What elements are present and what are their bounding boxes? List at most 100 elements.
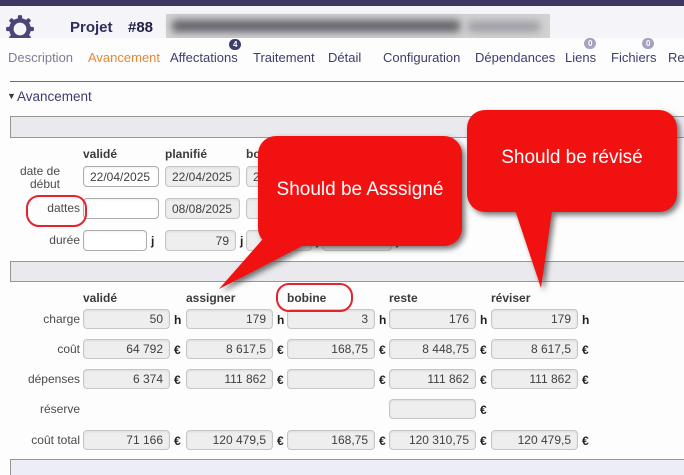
unit-label-€: €	[277, 343, 284, 357]
field-dépenses-0[interactable]	[83, 369, 170, 389]
field-dattes-2[interactable]	[246, 198, 314, 219]
unit-label-h: h	[582, 313, 589, 327]
field-durée-0[interactable]	[83, 230, 147, 251]
column-header-reste: reste	[389, 291, 418, 305]
column-header-réviser: réviser	[491, 291, 530, 305]
unit-label-€: €	[174, 434, 181, 448]
field-charge-1[interactable]	[186, 309, 273, 329]
row-label-coût: coût	[8, 343, 80, 356]
field-durée-3[interactable]	[322, 230, 392, 251]
field-durée-2[interactable]	[246, 230, 312, 251]
entity-type-label: Projet	[70, 19, 113, 36]
field-charge-3[interactable]	[389, 309, 476, 329]
unit-label-j: j	[151, 234, 154, 248]
group-header-bar	[10, 116, 684, 138]
tab-dependances[interactable]: Dépendances	[475, 50, 555, 65]
field-coût-0[interactable]	[83, 339, 170, 359]
unit-label-€: €	[174, 343, 181, 357]
unit-label-€: €	[480, 434, 487, 448]
tab-re-cutoff[interactable]: Re	[668, 50, 684, 65]
tab-traitement[interactable]: Traitement	[253, 50, 315, 65]
unit-label-€: €	[277, 434, 284, 448]
tab-badge-affectations: 4	[229, 39, 241, 50]
row-label-réserve: réserve	[8, 403, 80, 416]
field-dattes-1[interactable]	[165, 198, 240, 219]
unit-label-h: h	[379, 313, 386, 327]
section-title[interactable]: Avancement	[17, 89, 92, 104]
entity-id: #88	[128, 19, 153, 36]
unit-label-j: j	[396, 234, 399, 248]
tab-fichiers[interactable]: Fichiers	[611, 50, 657, 65]
field-coût-3[interactable]	[389, 339, 476, 359]
tab-affectations[interactable]: Affectations	[170, 50, 238, 65]
row-label-durée: durée	[8, 234, 80, 247]
section-divider	[10, 81, 684, 82]
field-dattes-0[interactable]	[83, 198, 159, 219]
field-date-de-début-3[interactable]	[322, 166, 392, 187]
column-header-validé: validé	[83, 147, 117, 161]
blurred-text-block	[468, 21, 540, 32]
field-dattes-3[interactable]	[322, 198, 392, 219]
unit-label-€: €	[480, 403, 487, 417]
field-date-de-début-0[interactable]	[83, 166, 159, 187]
field-coût-total-4[interactable]	[491, 430, 578, 450]
tab-description[interactable]: Description	[8, 50, 73, 65]
triangle-down-icon[interactable]: ▼	[7, 91, 16, 101]
field-dépenses-3[interactable]	[389, 369, 476, 389]
blurred-text-block	[172, 20, 460, 32]
unit-label-€: €	[379, 434, 386, 448]
tab-configuration[interactable]: Configuration	[383, 50, 460, 65]
field-dépenses-2[interactable]	[287, 369, 375, 389]
field-coût-total-2[interactable]	[287, 430, 375, 450]
app-window: Projet #88 Description Avancement Affect…	[0, 0, 684, 475]
unit-label-j: j	[240, 234, 243, 248]
unit-label-€: €	[582, 343, 589, 357]
row-label-date de début: date de début	[8, 165, 60, 191]
unit-label-€: €	[379, 373, 386, 387]
header-bar: Projet #88	[0, 6, 684, 38]
field-charge-2[interactable]	[287, 309, 375, 329]
unit-label-j: j	[316, 234, 319, 248]
row-label-coût total: coût total	[8, 434, 80, 447]
tab-detail[interactable]: Détail	[328, 50, 361, 65]
unit-label-€: €	[379, 343, 386, 357]
field-coût-total-1[interactable]	[186, 430, 273, 450]
row-label-dattes: dattes	[8, 202, 80, 215]
field-dépenses-1[interactable]	[186, 369, 273, 389]
column-header-bobine: bobine	[287, 291, 326, 305]
unit-label-€: €	[277, 373, 284, 387]
column-header-assigner: assigner	[186, 291, 235, 305]
field-coût-1[interactable]	[186, 339, 273, 359]
tab-liens[interactable]: Liens	[565, 50, 596, 65]
column-header-bo: bo	[246, 147, 261, 161]
field-coût-total-0[interactable]	[83, 430, 170, 450]
unit-label-€: €	[582, 434, 589, 448]
unit-label-€: €	[582, 373, 589, 387]
row-label-dépenses: dépenses	[8, 373, 80, 386]
field-durée-1[interactable]	[165, 230, 236, 251]
tab-avancement[interactable]: Avancement	[88, 50, 160, 65]
field-dépenses-4[interactable]	[491, 369, 578, 389]
field-coût-4[interactable]	[491, 339, 578, 359]
unit-label-€: €	[480, 373, 487, 387]
row-label-charge: charge	[8, 313, 80, 326]
field-date-de-début-2[interactable]	[246, 166, 314, 187]
unit-label-h: h	[174, 313, 181, 327]
tab-badge-fichiers: 0	[642, 38, 654, 49]
group-header-bar	[10, 261, 684, 282]
column-header-validé: validé	[83, 291, 117, 305]
redacted-project-title	[166, 14, 550, 38]
unit-label-h: h	[480, 313, 487, 327]
tab-bar: Description Avancement Affectations Trai…	[0, 38, 684, 81]
tab-badge-liens: 0	[584, 38, 596, 49]
field-réserve-3[interactable]	[389, 399, 476, 419]
unit-label-€: €	[480, 343, 487, 357]
unit-label-h: h	[277, 313, 284, 327]
field-charge-0[interactable]	[83, 309, 170, 329]
group-header-bar	[10, 459, 684, 475]
field-coût-total-3[interactable]	[389, 430, 476, 450]
field-date-de-début-1[interactable]	[165, 166, 240, 187]
unit-label-€: €	[174, 373, 181, 387]
field-charge-4[interactable]	[491, 309, 578, 329]
field-coût-2[interactable]	[287, 339, 375, 359]
